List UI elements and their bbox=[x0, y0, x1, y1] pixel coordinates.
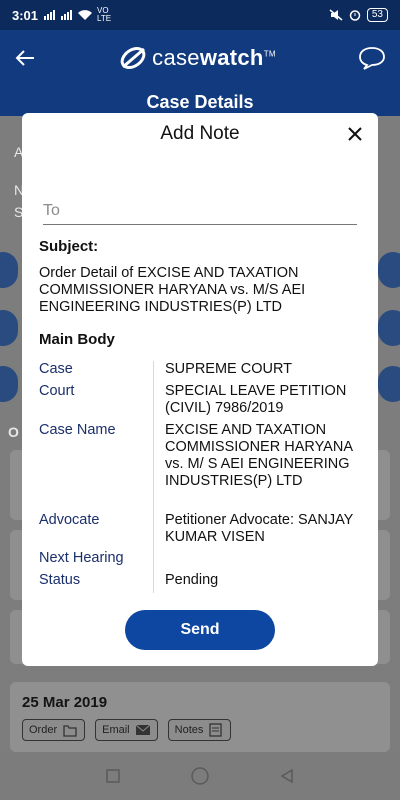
background-button bbox=[378, 252, 400, 288]
order-actions: Order Email Notes bbox=[22, 719, 378, 741]
status-bar: 3:01 VO LTE 53 bbox=[0, 0, 400, 30]
order-date-card: 25 Mar 2019 Order Email Notes bbox=[10, 682, 390, 752]
send-button[interactable]: Send bbox=[125, 610, 275, 650]
battery-icon: 53 bbox=[366, 8, 388, 22]
email-chip-label: Email bbox=[102, 724, 130, 736]
circle-nav-icon[interactable] bbox=[190, 766, 210, 786]
background-button bbox=[0, 366, 18, 402]
logo-mark-icon bbox=[120, 46, 146, 70]
alarm-icon bbox=[349, 10, 361, 21]
close-icon[interactable] bbox=[344, 123, 366, 145]
dialog-title: Add Note bbox=[160, 123, 240, 144]
email-icon bbox=[135, 724, 150, 735]
detail-value: Petitioner Advocate: SANJAY KUMAR VISEN bbox=[165, 512, 354, 545]
background-button bbox=[0, 252, 18, 288]
status-right: 53 bbox=[329, 8, 388, 22]
notes-chip[interactable]: Notes bbox=[167, 719, 232, 741]
order-date: 25 Mar 2019 bbox=[22, 694, 108, 711]
background-text-fragment: O bbox=[8, 424, 19, 440]
wifi-icon bbox=[78, 9, 93, 20]
detail-key: Status bbox=[39, 572, 81, 588]
detail-value: SPECIAL LEAVE PETITION (CIVIL) 7986/2019 bbox=[165, 383, 347, 416]
chat-bubble-icon[interactable] bbox=[358, 46, 386, 70]
detail-key: Case bbox=[39, 361, 73, 377]
status-left: 3:01 VO LTE bbox=[12, 7, 115, 23]
detail-value: EXCISE AND TAXATION COMMISSIONER HARYANA… bbox=[165, 422, 353, 489]
system-nav-bar bbox=[0, 752, 400, 800]
detail-key: Case Name bbox=[39, 422, 116, 438]
subject-label: Subject: bbox=[39, 238, 99, 255]
detail-value: Pending bbox=[165, 572, 219, 588]
email-chip[interactable]: Email bbox=[95, 719, 158, 741]
triangle-back-nav-icon[interactable] bbox=[279, 768, 295, 784]
app-bar: casewatchTM bbox=[0, 30, 400, 86]
detail-value: SUPREME COURT bbox=[165, 361, 293, 377]
detail-key: Court bbox=[39, 383, 75, 399]
recipient-input[interactable] bbox=[43, 197, 357, 225]
background-button bbox=[378, 366, 400, 402]
brand-light: case bbox=[152, 45, 200, 70]
app-logo: casewatchTM bbox=[118, 43, 276, 73]
brand-name: casewatchTM bbox=[152, 45, 276, 71]
subject-text: Order Detail of EXCISE AND TAXATION COMM… bbox=[39, 265, 306, 315]
main-body-label: Main Body bbox=[39, 331, 115, 348]
mute-icon bbox=[329, 9, 343, 21]
brand-bold: watch bbox=[199, 45, 264, 70]
detail-key: Advocate bbox=[39, 512, 100, 528]
notes-chip-label: Notes bbox=[174, 724, 204, 736]
page-title: Case Details bbox=[0, 86, 400, 116]
notes-icon bbox=[209, 723, 223, 737]
order-chip[interactable]: Order bbox=[22, 719, 86, 741]
status-icons: VO LTE bbox=[44, 7, 115, 23]
order-chip-label: Order bbox=[29, 724, 58, 736]
signal-roaming-icon bbox=[61, 10, 73, 20]
brand-tm: TM bbox=[263, 49, 276, 59]
back-arrow-icon[interactable] bbox=[14, 48, 36, 68]
details-divider bbox=[153, 361, 154, 593]
add-note-dialog: Add Note Subject: Order Detail of EXCISE… bbox=[22, 113, 378, 666]
signal-icon bbox=[44, 10, 56, 20]
background-button bbox=[0, 310, 18, 346]
detail-key: Next Hearing bbox=[39, 550, 124, 566]
square-nav-icon[interactable] bbox=[105, 768, 121, 784]
status-time: 3:01 bbox=[12, 7, 39, 23]
pdf-icon bbox=[63, 725, 77, 737]
background-button bbox=[378, 310, 400, 346]
network-label: VO LTE bbox=[97, 6, 112, 23]
